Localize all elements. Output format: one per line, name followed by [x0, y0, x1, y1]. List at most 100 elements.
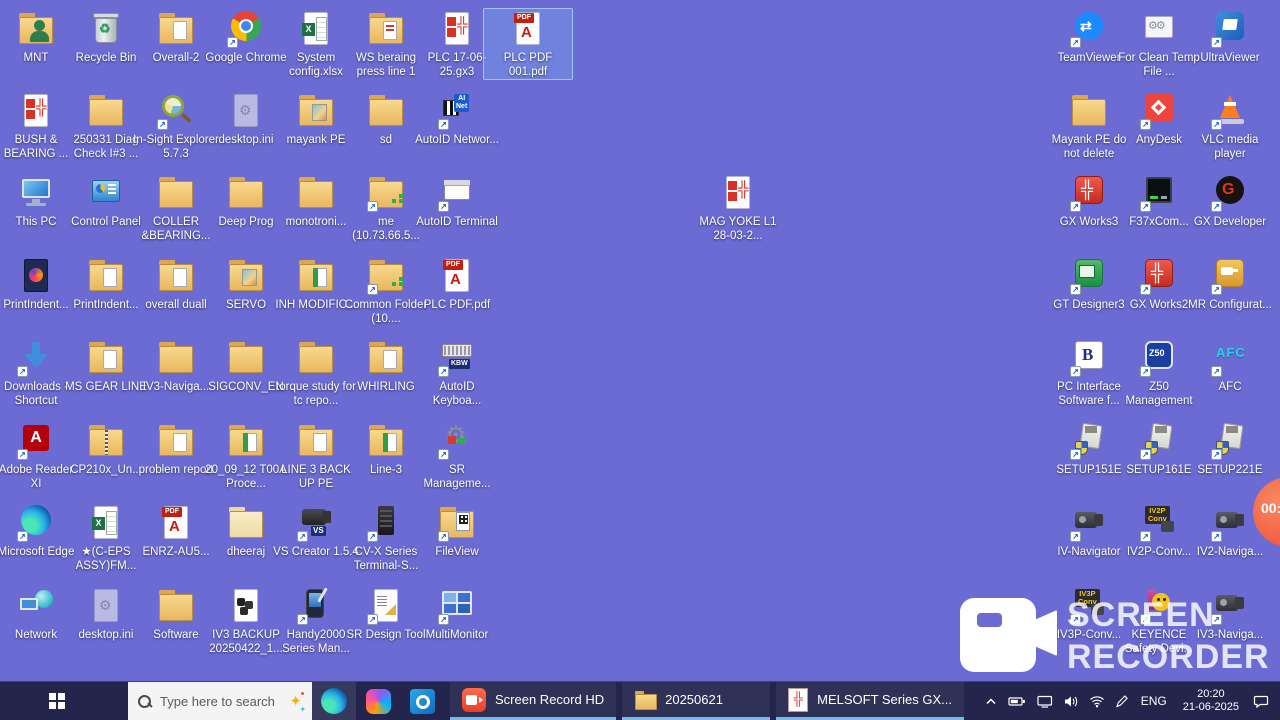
desktop-icon-iv3-naviga[interactable]: ↗ IV3-Naviga... [1185, 585, 1275, 644]
desktop-icon-ultraviewer[interactable]: ↗ UltraViewer [1185, 8, 1275, 67]
battery-icon[interactable] [1008, 695, 1027, 708]
shortcut-arrow-icon: ↗ [367, 614, 378, 625]
desktop-icon-autoid-keyboa[interactable]: KBW ↗ AutoID Keyboa... [412, 337, 502, 409]
taskbar-app-screen-record-hd[interactable]: Screen Record HD [450, 682, 617, 720]
desktop-icon-plc-pdf-pdf[interactable]: PDF A PLC PDF.pdf [412, 255, 502, 314]
f37xcom-icon: ↗ [1137, 173, 1181, 213]
mayank-pe-icon [294, 91, 338, 131]
action-center-icon[interactable] [1253, 694, 1270, 709]
desktop-icon-label: desktop.ini [78, 629, 134, 641]
wifi-icon[interactable] [1089, 695, 1105, 708]
shortcut-arrow-icon: ↗ [1070, 201, 1081, 212]
folder-icon [634, 690, 658, 710]
desktop-icon-multimonitor[interactable]: ↗ MultiMonitor [412, 585, 502, 644]
sr-manageme-icon: ⚙↗ [435, 421, 479, 461]
taskbar-app-melsoft-series-gx[interactable]: ╬ MELSOFT Series GX... [776, 682, 964, 720]
desktop-icon-mag-yoke-l1-28-03-2[interactable]: ╬ MAG YOKE L1 28-03-2... [693, 172, 783, 244]
system-tray: ENG 20:20 21-06-2025 [984, 682, 1280, 720]
microsoft-edge-icon: ↗ [14, 503, 58, 543]
shortcut-arrow-icon: ↗ [1211, 201, 1222, 212]
gt-designer3-icon: ↗ [1067, 256, 1111, 296]
shortcut-arrow-icon: ↗ [1211, 531, 1222, 542]
pen-icon[interactable] [1115, 694, 1129, 708]
system-config-xlsx-icon: X [294, 9, 338, 49]
shortcut-arrow-icon: ↗ [17, 449, 28, 460]
plc-pdf-pdf-icon: PDF A [435, 256, 479, 296]
for-clean-temp-file-icon: ⚙⚙ [1137, 9, 1181, 49]
desktop-icon-fileview[interactable]: ↗ FileView [412, 502, 502, 561]
desktop: MNT ♻ Recycle Bin Overall-2 ↗ Google Chrome X S… [0, 0, 1280, 720]
google-chrome-icon: ↗ [224, 9, 268, 49]
shortcut-arrow-icon: ↗ [17, 366, 28, 377]
desktop-icon-autoid-terminal[interactable]: ↗ AutoID Terminal [412, 172, 502, 231]
desktop-icon-label: AFC [1218, 381, 1242, 393]
desktop-icon-autoid-networ[interactable]: AI Net ↗ AutoID Networ... [412, 90, 502, 149]
language-indicator[interactable]: ENG [1139, 694, 1169, 708]
volume-icon[interactable] [1063, 695, 1079, 708]
cast-display-icon[interactable] [1037, 695, 1053, 708]
desktop-icon-sr-manageme[interactable]: ⚙↗ SR Manageme... [412, 420, 502, 492]
taskbar-app-label: MELSOFT Series GX... [817, 692, 952, 707]
iv3-naviga-icon: ↗ [1208, 586, 1252, 626]
desktop-icon-label: PrintIndent... [73, 299, 139, 311]
taskbar-clock[interactable]: 20:20 21-06-2025 [1179, 688, 1243, 714]
overall-duall-icon [154, 256, 198, 296]
windows-logo-icon [49, 693, 65, 709]
melsoft-gx-icon: ╬ [788, 687, 809, 712]
tray-chevron-up-icon[interactable] [984, 695, 998, 707]
shortcut-arrow-icon: ↗ [438, 366, 449, 377]
desktop-icon-afc[interactable]: AFC ↗ AFC [1185, 337, 1275, 396]
shortcut-arrow-icon: ↗ [438, 531, 449, 542]
desktop-icon-plc-pdf-001-pdf[interactable]: PDF A PLC PDF 001.pdf [483, 8, 573, 81]
shortcut-arrow-icon: ↗ [1211, 37, 1222, 48]
desktop-icon-setup221e[interactable]: ↗ SETUP221E [1185, 420, 1275, 479]
copilot-icon [365, 688, 391, 714]
mnt-icon [14, 9, 58, 49]
downloads-shortcut-icon: ↗ [14, 338, 58, 378]
taskbar-icon-outlook[interactable] [400, 682, 444, 720]
shortcut-arrow-icon: ↗ [297, 614, 308, 625]
printindent-icon [14, 256, 58, 296]
afc-icon: AFC ↗ [1208, 338, 1252, 378]
desktop-icon-label: This PC [15, 216, 57, 228]
shortcut-arrow-icon: ↗ [157, 119, 168, 130]
desktop-icon-label: Overall-2 [152, 52, 200, 64]
shortcut-arrow-icon: ↗ [17, 531, 28, 542]
taskbar-search[interactable]: Type here to search ✦ ✦ [128, 682, 312, 720]
desktop-icon-label: AutoID Keyboa... [432, 381, 482, 407]
taskbar-app-20250621[interactable]: 20250621 [622, 682, 771, 720]
shortcut-arrow-icon: ↗ [1211, 366, 1222, 377]
taskbar-icon-edge[interactable] [312, 682, 356, 720]
desktop-icon-label: monotroni... [285, 216, 347, 228]
plc-17-06-25-gx3-icon: ╬ [435, 9, 479, 49]
software-icon [154, 586, 198, 626]
desktop-icon-gx-developer[interactable]: G ↗ GX Developer [1185, 172, 1275, 231]
clock-date: 21-06-2025 [1182, 701, 1239, 713]
desktop-icon-mr-configurat[interactable]: ↗ MR Configurat... [1185, 255, 1275, 314]
adobe-reader-xi-icon: A ↗ [14, 421, 58, 461]
fileview-icon: ↗ [435, 503, 479, 543]
taskbar-app-label: Screen Record HD [495, 692, 605, 707]
recording-timer-text: 00: [1261, 500, 1280, 516]
shortcut-arrow-icon: ↗ [1140, 449, 1151, 460]
shortcut-arrow-icon: ↗ [1070, 449, 1081, 460]
control-panel-icon [84, 173, 128, 213]
desktop-icon-label: desktop.ini [218, 134, 274, 146]
desktop-icon-label: IV3P-Conv... [1056, 629, 1122, 641]
desktop-icon-label: SETUP161E [1126, 464, 1192, 476]
shortcut-arrow-icon: ↗ [1140, 366, 1151, 377]
mag-yoke-l1-28-03-2-icon: ╬ [716, 173, 760, 213]
gx-works3-icon: ╬ ↗ [1067, 173, 1111, 213]
desktop-icon-label: MR Configurat... [1188, 299, 1272, 311]
desktop-icon-label: GX Works2 [1129, 299, 1189, 311]
shortcut-arrow-icon: ↗ [1140, 614, 1151, 625]
shortcut-arrow-icon: ↗ [438, 201, 449, 212]
desktop-icon-vlc-media-player[interactable]: ↗ VLC media player [1185, 90, 1275, 162]
in-sight-explorer-5-7-3-icon: ↗ [154, 91, 198, 131]
desktop-icon-label: AutoID Terminal [416, 216, 498, 228]
taskbar-icon-copilot[interactable] [356, 682, 400, 720]
shortcut-arrow-icon: ↗ [1070, 37, 1081, 48]
start-button[interactable] [34, 682, 80, 720]
enrz-au5-icon: PDF A [154, 503, 198, 543]
shortcut-arrow-icon: ↗ [227, 37, 238, 48]
